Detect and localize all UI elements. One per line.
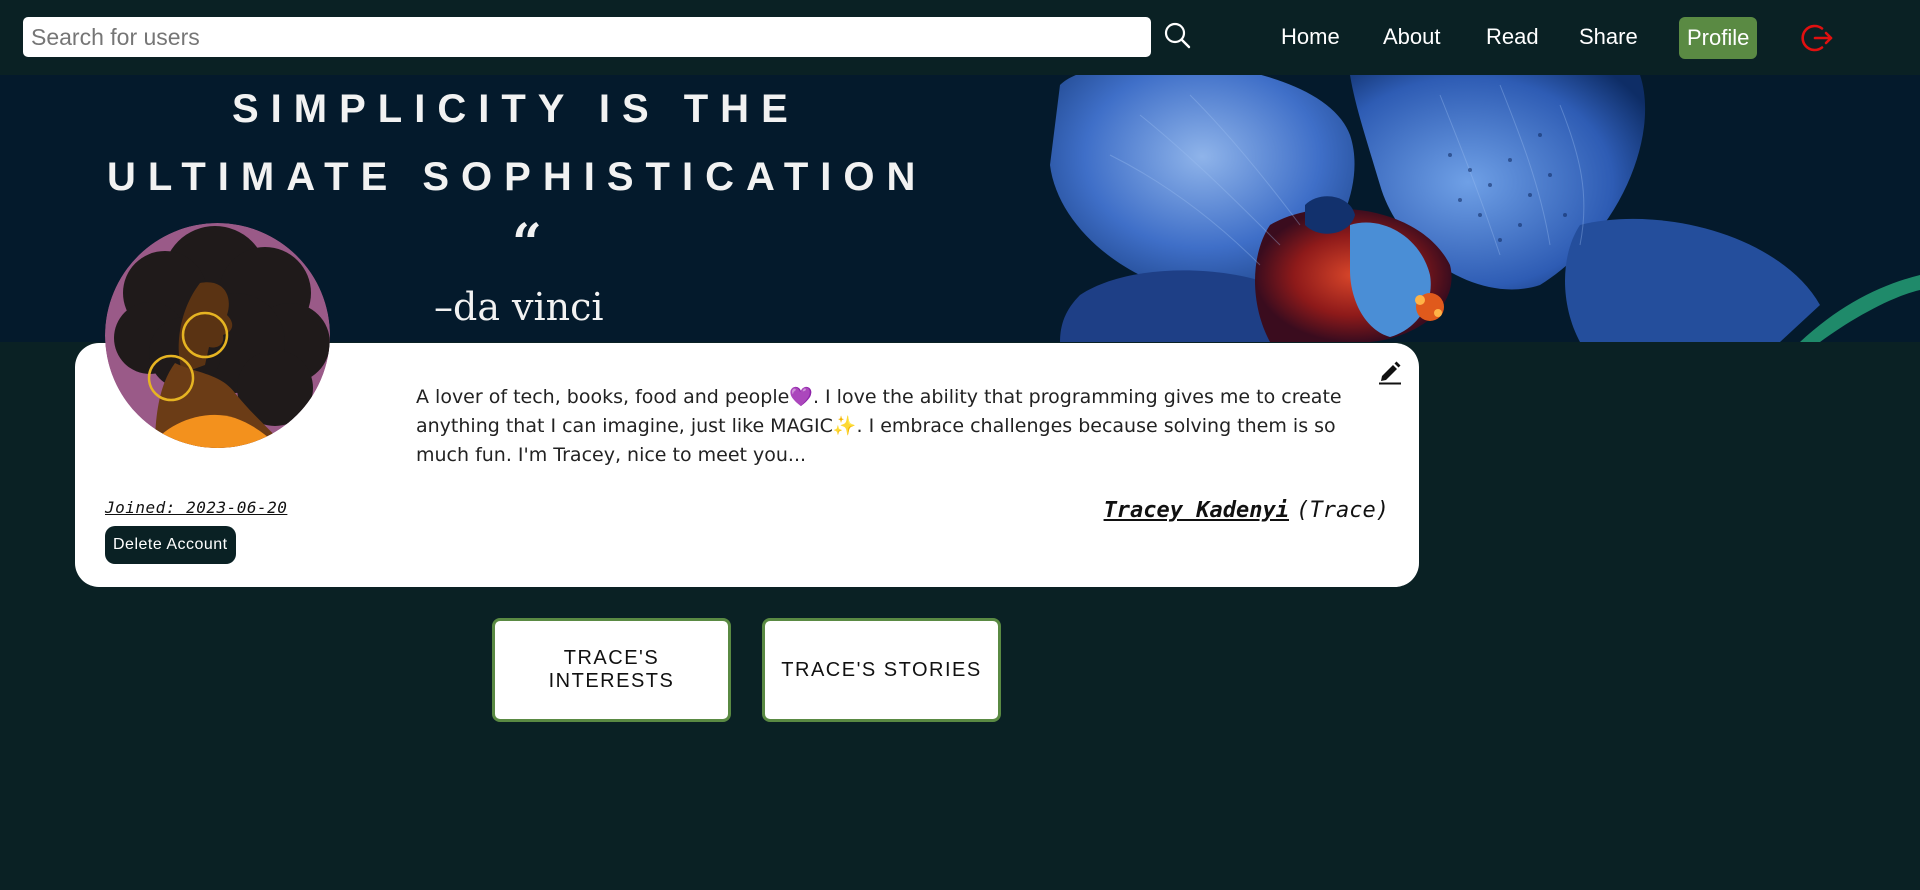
avatar xyxy=(105,223,330,448)
delete-account-button[interactable]: Delete Account xyxy=(105,526,236,564)
nav-share-link[interactable]: Share xyxy=(1579,24,1638,50)
user-full-name: Tracey Kadenyi xyxy=(1103,498,1289,523)
banner-quote-line-1: SIMPLICITY IS THE xyxy=(232,87,800,131)
banner-quote-author: –da vinci xyxy=(434,285,604,329)
nav-about-link[interactable]: About xyxy=(1383,24,1441,50)
nav-profile-link[interactable]: Profile xyxy=(1679,17,1758,59)
joined-date: Joined: 2023-06-20 xyxy=(105,498,288,517)
nav-home-link[interactable]: Home xyxy=(1281,24,1340,50)
user-nickname: (Trace) xyxy=(1296,498,1389,523)
search-icon[interactable] xyxy=(1162,20,1194,52)
top-navbar: Home About Read Share Profile xyxy=(0,0,1920,75)
tab-stories[interactable]: TRACE'S STORIES xyxy=(762,618,1001,722)
banner-quote-line-2: ULTIMATE SOPHISTICATION xyxy=(107,155,928,199)
tab-interests[interactable]: TRACE'S INTERESTS xyxy=(492,618,731,722)
profile-bio: A lover of tech, books, food and people💜… xyxy=(416,386,1342,466)
edit-pencil-icon[interactable] xyxy=(1377,359,1403,385)
logout-icon[interactable] xyxy=(1800,20,1836,56)
banner-quote-mark: “ xyxy=(512,213,542,274)
orchid-image xyxy=(1050,75,1920,342)
search-input[interactable] xyxy=(23,17,1151,57)
nav-read-link[interactable]: Read xyxy=(1486,24,1539,50)
